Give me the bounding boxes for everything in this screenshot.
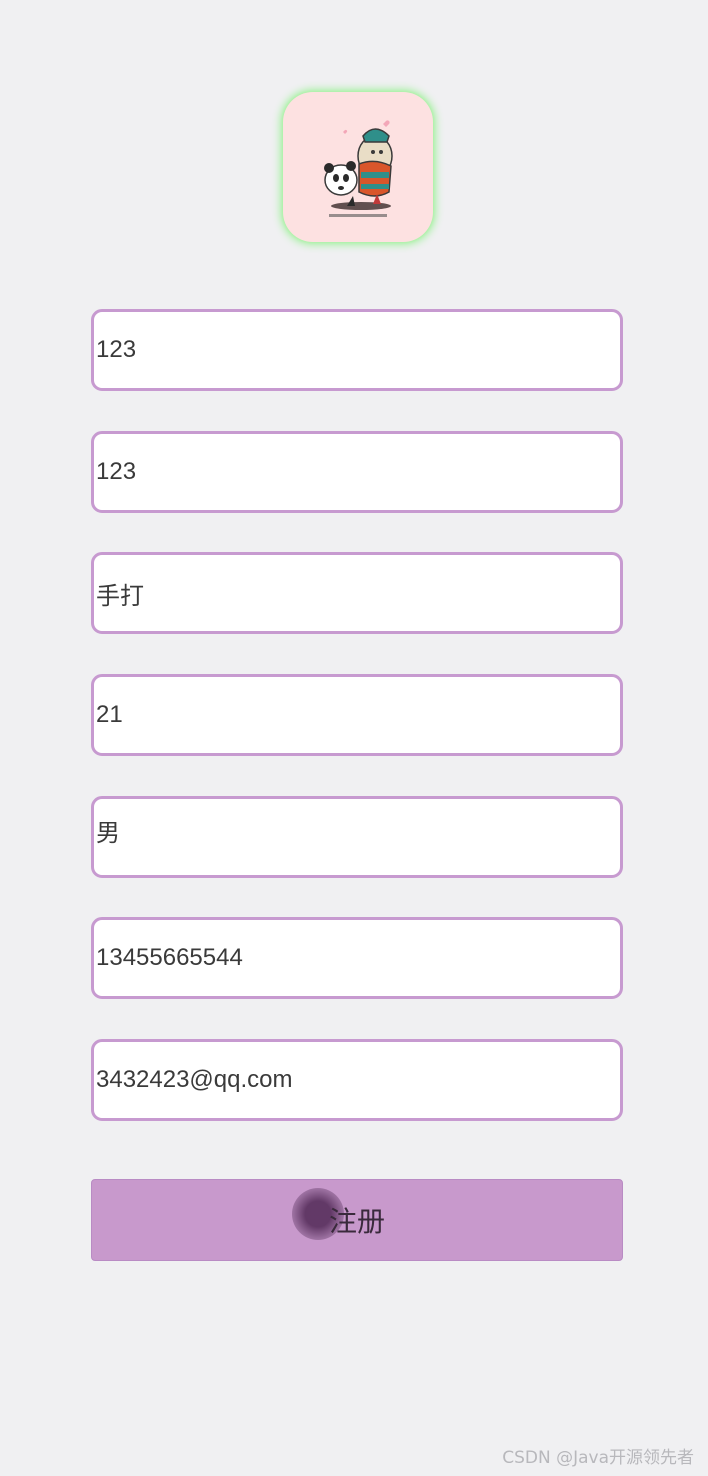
password-field-box: [91, 431, 623, 513]
phone-input[interactable]: [94, 920, 620, 996]
username-input[interactable]: [94, 312, 620, 388]
username-field-box: [91, 309, 623, 391]
email-field-box: [91, 1039, 623, 1121]
gender-field-box: [91, 792, 623, 882]
age-field-box: [91, 674, 623, 756]
register-button[interactable]: 注册: [91, 1179, 623, 1261]
nickname-field-box: [91, 552, 623, 634]
gender-input[interactable]: [94, 792, 620, 882]
password-input[interactable]: [94, 434, 620, 510]
watermark: CSDN @Java开源领先者: [502, 1448, 694, 1468]
register-button-label: 注册: [328, 1205, 385, 1238]
email-input[interactable]: [94, 1042, 620, 1118]
phone-field-box: [91, 917, 623, 999]
age-input[interactable]: [94, 677, 620, 753]
avatar[interactable]: [283, 92, 433, 242]
cartoon-avatar-icon: [324, 120, 393, 217]
nickname-input[interactable]: [94, 555, 620, 631]
